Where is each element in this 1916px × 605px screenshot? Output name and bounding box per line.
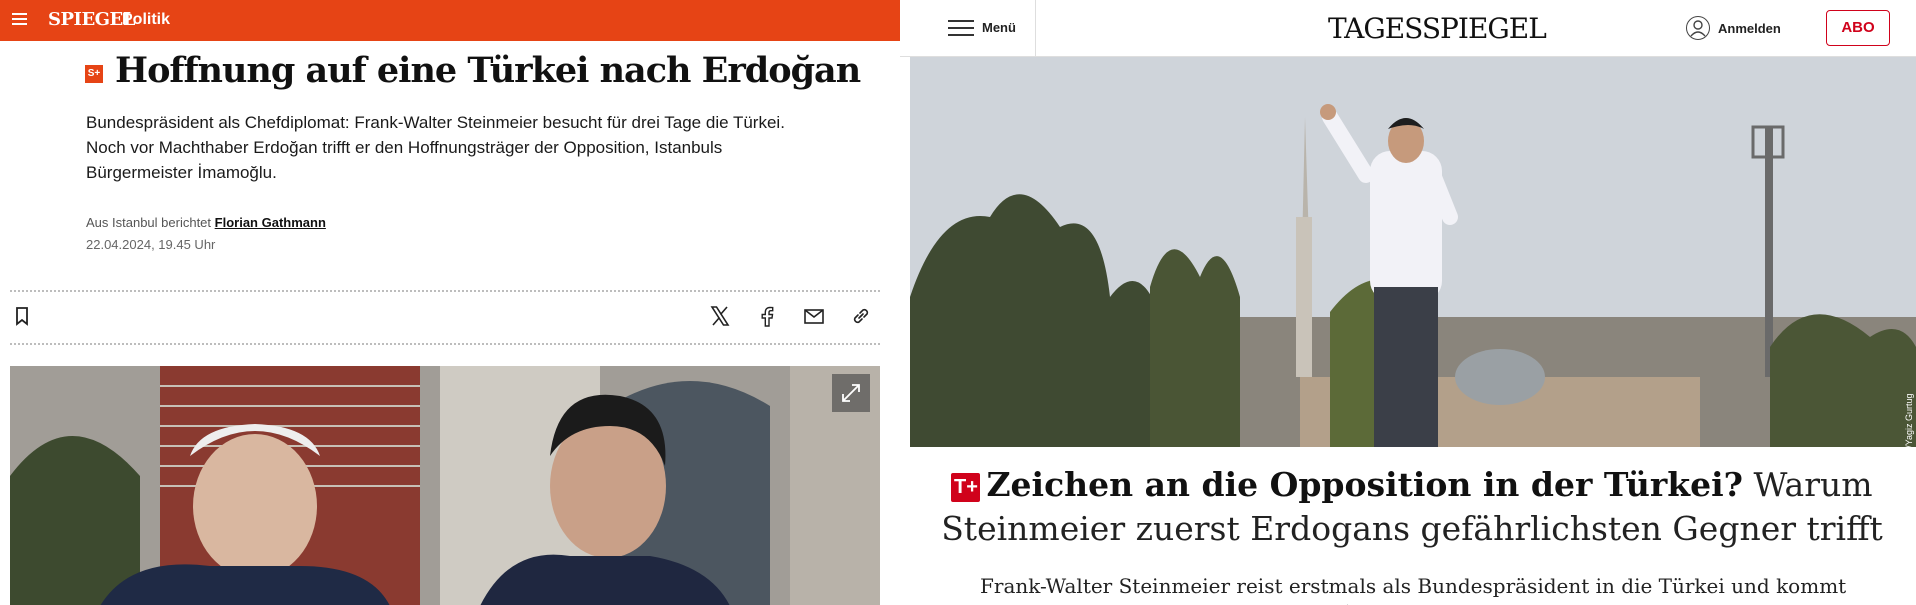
divider (10, 343, 880, 345)
article-teaser: Frank-Walter Steinmeier reist erstmals a… (980, 574, 1851, 605)
spiegel-window: SPIEGEL Politik S+ Hoffnung auf eine Tür… (0, 0, 900, 605)
divider (10, 290, 880, 292)
spiegel-plus-badge: S+ (85, 65, 103, 83)
tagesspiegel-header: Menü TAGESSPIEGEL Anmelden ABO (900, 0, 1916, 57)
spiegel-top-bar: SPIEGEL Politik (0, 0, 900, 41)
headline-kicker: Zeichen an die Opposition in der Türkei? (986, 465, 1743, 504)
section-label[interactable]: Politik (122, 11, 170, 29)
link-icon[interactable] (849, 304, 873, 328)
header-separator (1035, 0, 1036, 56)
bookmark-icon[interactable] (10, 304, 34, 328)
photo-credit: © IMAGO/Yagiz Gurtug (1904, 393, 1914, 448)
expand-icon[interactable] (832, 374, 870, 412)
menu-label: Menü (982, 20, 1016, 35)
article-photo: © IMAGO/Yagiz Gurtug (910, 57, 1916, 447)
hamburger-menu-icon (948, 20, 974, 36)
mail-icon[interactable] (802, 304, 826, 328)
tagesspiegel-logo[interactable]: TAGESSPIEGEL (1328, 12, 1547, 45)
article-photo (10, 366, 880, 605)
login-label: Anmelden (1718, 21, 1781, 36)
page-title: T+ Zeichen an die Opposition in der Türke… (940, 463, 1884, 551)
x-icon[interactable] (708, 304, 732, 328)
hamburger-menu-icon[interactable] (12, 13, 28, 27)
tagesspiegel-window: Menü TAGESSPIEGEL Anmelden ABO © IMAGO/Y… (900, 0, 1916, 605)
publish-date: 22.04.2024, 19.45 Uhr (86, 237, 216, 252)
article-teaser: Bundespräsident als Chefdiplomat: Frank-… (86, 113, 785, 182)
user-icon (1686, 16, 1710, 40)
byline: Aus Istanbul berichtet Florian Gathmann (86, 215, 326, 230)
article-card: T+ Zeichen an die Opposition in der Türke… (940, 451, 1884, 605)
tagesspiegel-plus-badge: T+ (951, 473, 981, 502)
author-link[interactable]: Florian Gathmann (215, 215, 326, 230)
abo-button[interactable]: ABO (1826, 10, 1890, 46)
facebook-icon[interactable] (755, 304, 779, 328)
page-title: Hoffnung auf eine Türkei nach Erdoğan (115, 50, 861, 91)
byline-prefix: Aus Istanbul berichtet (86, 215, 212, 230)
